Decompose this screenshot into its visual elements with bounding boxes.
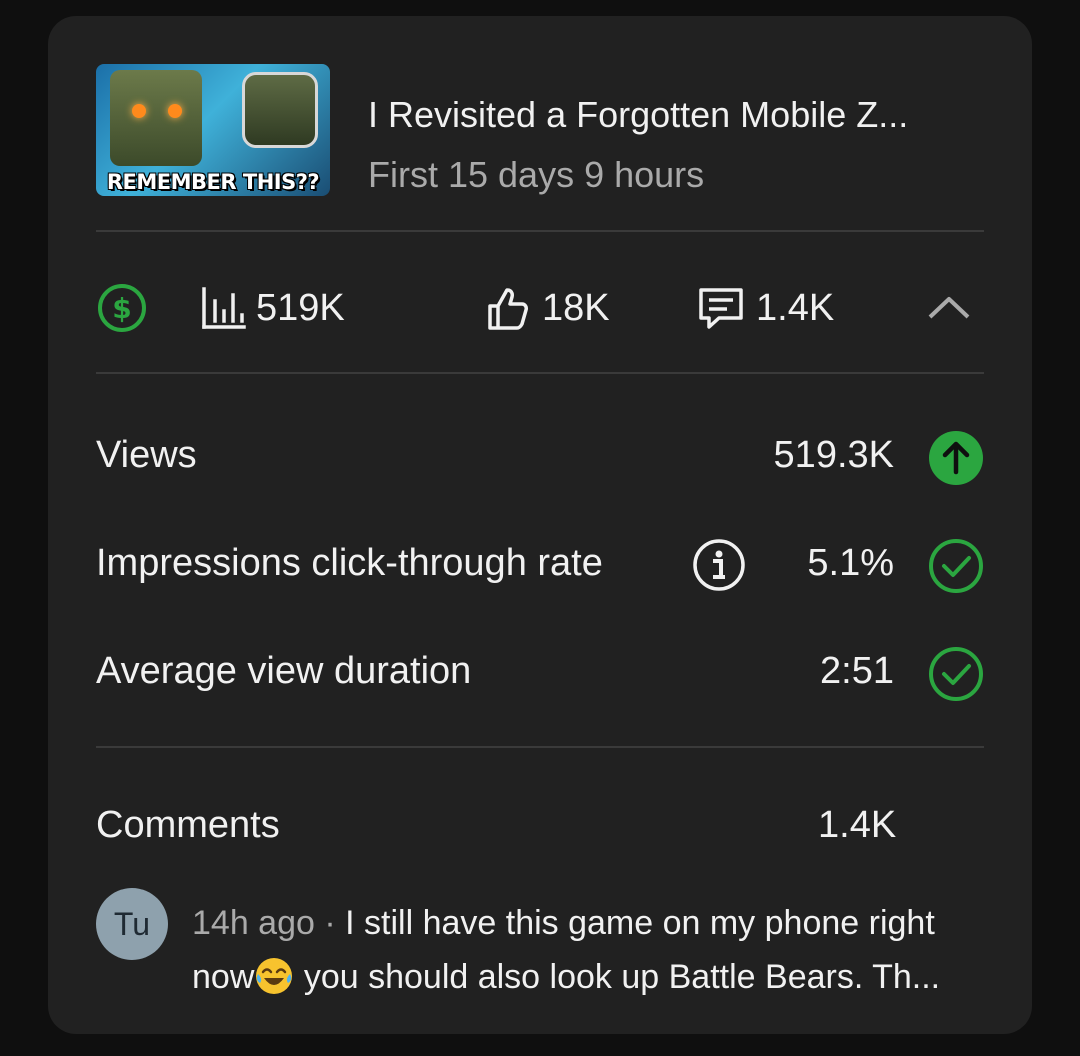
avatar[interactable]: Tu <box>96 888 168 960</box>
metric-value: 2:51 <box>820 650 894 692</box>
comment-time: 14h ago <box>192 904 315 942</box>
views-count: 519K <box>256 286 345 329</box>
comments-stat[interactable]: 1.4K <box>696 278 834 338</box>
monetization-status[interactable]: $ <box>96 278 148 338</box>
chevron-up-icon <box>928 297 970 319</box>
video-analytics-card: REMEMBER THIS?? I Revisited a Forgotten … <box>48 16 1032 1034</box>
info-icon[interactable] <box>692 538 746 592</box>
comment-icon <box>699 288 743 329</box>
likes-stat[interactable]: 18K <box>484 278 610 338</box>
zombie-eye <box>168 104 182 118</box>
likes-count: 18K <box>542 286 610 329</box>
thumbnail-caption: REMEMBER THIS?? <box>106 170 320 194</box>
metric-row-ctr[interactable]: Impressions click-through rate 5.1% <box>96 534 984 594</box>
views-stat[interactable]: 519K <box>200 278 345 338</box>
video-thumbnail[interactable]: REMEMBER THIS?? <box>96 64 330 196</box>
metric-label: Average view duration <box>96 650 472 692</box>
comment-separator: · <box>314 904 346 942</box>
collapse-button[interactable] <box>926 278 972 338</box>
zombie-character-image <box>110 70 202 166</box>
tears-of-joy-emoji-icon <box>256 958 293 994</box>
game-app-icon-image <box>242 72 318 148</box>
thumbs-up-icon <box>488 288 528 330</box>
metric-value: 5.1% <box>807 542 894 584</box>
video-title: I Revisited a Forgotten Mobile Z... <box>368 94 909 135</box>
bar-chart-icon <box>202 287 246 329</box>
metric-row-views[interactable]: Views 519.3K <box>96 426 984 486</box>
metric-value: 519.3K <box>773 434 894 476</box>
divider <box>96 372 984 374</box>
divider <box>96 746 984 748</box>
video-header[interactable]: REMEMBER THIS?? I Revisited a Forgotten … <box>96 64 984 204</box>
svg-text:$: $ <box>112 292 131 325</box>
comment-text-continued: you should also look up Battle Bears. Th… <box>294 958 941 996</box>
latest-comment[interactable]: 14h ago · I still have this game on my p… <box>192 896 992 1004</box>
metric-label: Views <box>96 434 197 476</box>
comments-stat-count: 1.4K <box>756 286 835 329</box>
divider <box>96 230 984 232</box>
video-timeframe: First 15 days 9 hours <box>368 154 705 195</box>
comments-heading[interactable]: Comments <box>96 804 280 847</box>
check-circle-icon <box>929 539 983 593</box>
dollar-icon: $ <box>98 284 146 332</box>
metric-label: Impressions click-through rate <box>96 542 603 584</box>
stats-bar: $ 519K 18K 1.4K <box>96 278 984 338</box>
comments-total: 1.4K <box>818 804 897 846</box>
zombie-eye <box>132 104 146 118</box>
check-circle-icon <box>929 647 983 701</box>
arrow-up-circle-icon <box>929 431 983 485</box>
metric-row-avg-duration[interactable]: Average view duration 2:51 <box>96 642 984 702</box>
